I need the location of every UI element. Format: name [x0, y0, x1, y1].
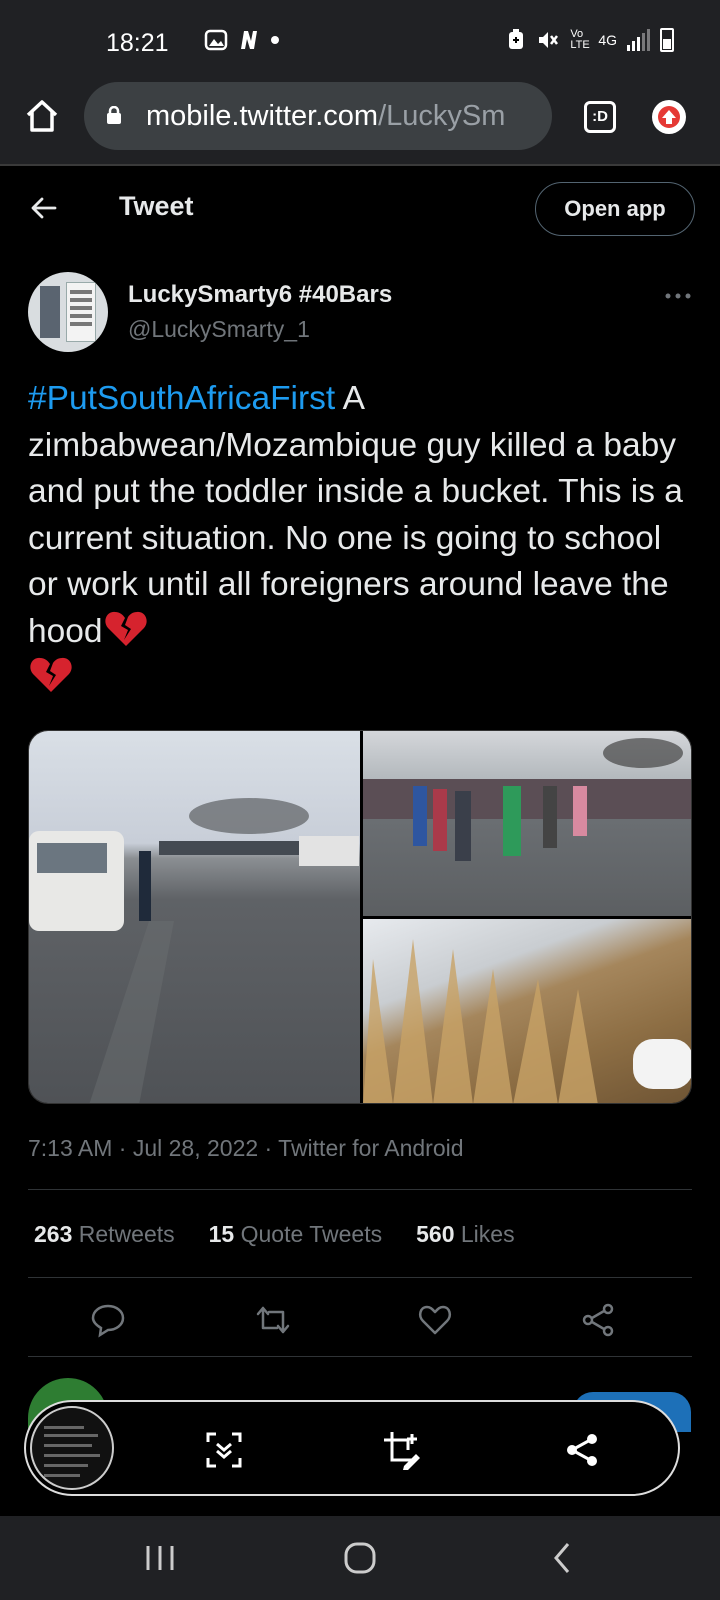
quote-tweets-count: 15: [208, 1221, 235, 1247]
address-bar[interactable]: mobile.twitter.com/LuckySm: [84, 82, 552, 150]
arrow-up-icon: [662, 110, 676, 124]
tweet-timestamp[interactable]: 7:13 AM · Jul 28, 2022 · Twitter for And…: [28, 1135, 464, 1162]
divider: [28, 1277, 692, 1278]
tweet-media-grid: [28, 730, 692, 1104]
broken-heart-icon: [30, 657, 72, 692]
quote-tweets-label: Quote Tweets: [240, 1221, 383, 1247]
browser-chrome: 18:21 Vo LTE 4G mobile.twitter.com/Lucky…: [0, 0, 720, 166]
system-nav-bar: [0, 1516, 720, 1600]
home-icon[interactable]: [22, 96, 62, 136]
avatar-shape: [70, 290, 92, 294]
likes-stat[interactable]: 560 Likes: [416, 1221, 514, 1248]
likes-label: Likes: [460, 1221, 515, 1247]
open-app-button[interactable]: Open app: [535, 182, 695, 236]
mute-icon: [539, 32, 559, 48]
retweets-label: Retweets: [78, 1221, 175, 1247]
page-title: Tweet: [119, 191, 194, 221]
road-scene: [29, 798, 359, 1103]
more-options-icon[interactable]: [665, 292, 691, 300]
lock-icon: [107, 106, 121, 124]
display-name[interactable]: LuckySmarty6 #40Bars: [128, 281, 392, 309]
quote-tweets-stat[interactable]: 15 Quote Tweets: [209, 1221, 382, 1248]
screenshot-toolbar: [24, 1400, 680, 1496]
avatar[interactable]: [28, 272, 108, 352]
url-text: mobile.twitter.com/LuckySm: [146, 100, 538, 133]
dot-icon: [271, 36, 279, 44]
tweet-photo-3[interactable]: [363, 919, 691, 1103]
system-icons: Vo LTE 4G: [506, 28, 674, 52]
tweet-photo-1[interactable]: [29, 731, 360, 1103]
notification-icons: [204, 29, 280, 51]
tweet-text: #PutSouthAfricaFirst A zimbabwean/Mozamb…: [28, 376, 692, 702]
engagement-stats: 263 Retweets 15 Quote Tweets 560 Likes: [34, 1221, 515, 1248]
back-arrow-icon[interactable]: [28, 192, 60, 224]
share-icon[interactable]: [562, 1430, 602, 1470]
crowd-scene: [363, 738, 691, 861]
hashtag-link[interactable]: #PutSouthAfricaFirst: [28, 380, 335, 417]
divider: [28, 1356, 692, 1357]
chrome-divider: [0, 164, 720, 166]
signal-icon: [627, 29, 650, 51]
status-time: 18:21: [106, 29, 169, 57]
netflix-n-icon: [241, 31, 257, 49]
update-button[interactable]: [652, 100, 686, 134]
url-path: /LuckySm: [378, 100, 506, 132]
retweets-stat[interactable]: 263 Retweets: [34, 1221, 175, 1248]
gallery-icon: [204, 29, 228, 51]
battery-icon: [660, 28, 674, 52]
share-icon[interactable]: [580, 1302, 616, 1338]
broken-heart-icon: [104, 611, 147, 646]
avatar-shape: [40, 286, 60, 338]
crop-edit-icon[interactable]: [382, 1430, 422, 1470]
like-icon[interactable]: [417, 1302, 453, 1338]
status-bar: 18:21 Vo LTE 4G: [0, 0, 720, 80]
url-host: mobile.twitter.com: [146, 100, 379, 132]
recent-apps-icon[interactable]: [142, 1540, 178, 1576]
retweets-count: 263: [34, 1221, 73, 1247]
volte-indicator: Vo LTE: [570, 28, 590, 51]
screenshot-thumbnail[interactable]: [30, 1406, 114, 1490]
divider: [28, 1189, 692, 1190]
network-indicator: 4G: [598, 32, 617, 48]
reply-icon[interactable]: [90, 1302, 126, 1338]
grass-scene: [363, 939, 691, 1103]
home-button-icon[interactable]: [342, 1540, 378, 1576]
user-handle[interactable]: @LuckySmarty_1: [128, 316, 310, 343]
retweet-icon[interactable]: [255, 1302, 291, 1338]
tab-switcher-button[interactable]: :D: [584, 101, 616, 133]
tweet-actions: [28, 1302, 692, 1338]
back-icon[interactable]: [544, 1540, 580, 1576]
alarm-icon: [509, 29, 524, 49]
scroll-capture-icon[interactable]: [204, 1430, 244, 1470]
tweet-photo-2[interactable]: [363, 731, 691, 916]
likes-count: 560: [416, 1221, 455, 1247]
